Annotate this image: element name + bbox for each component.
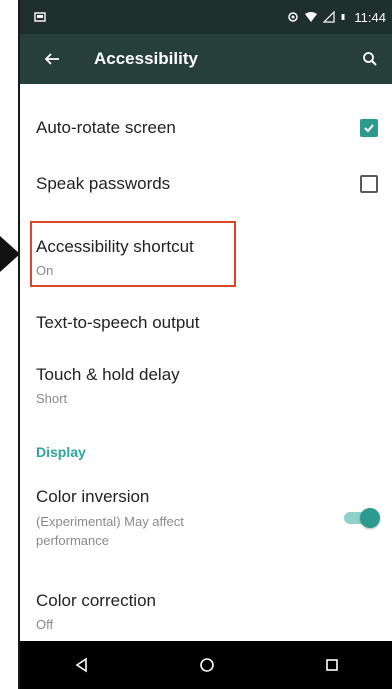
display-section-header: Display bbox=[36, 444, 86, 460]
status-bar: 11:44 bbox=[20, 0, 392, 34]
navigation-bar bbox=[20, 641, 392, 689]
battery-icon bbox=[342, 14, 345, 20]
touch-hold-row[interactable]: Touch & hold delay Short bbox=[20, 350, 392, 420]
phone-screen: 11:44 Accessibility Auto-rotate screen S… bbox=[18, 0, 392, 689]
text-to-speech-row[interactable]: Text-to-speech output bbox=[20, 290, 392, 356]
back-button[interactable] bbox=[36, 43, 68, 75]
touch-hold-label: Touch & hold delay bbox=[36, 364, 180, 384]
wifi-icon bbox=[305, 12, 318, 22]
nav-home-button[interactable] bbox=[187, 645, 227, 685]
switch-thumb bbox=[360, 508, 380, 528]
accessibility-shortcut-row[interactable]: Accessibility shortcut On bbox=[20, 224, 392, 290]
square-recents-icon bbox=[325, 659, 338, 671]
search-button[interactable] bbox=[354, 43, 386, 75]
pointer-arrow-icon bbox=[0, 236, 20, 272]
color-correction-value: Off bbox=[36, 616, 54, 632]
app-toolbar: Accessibility bbox=[20, 34, 392, 84]
color-inversion-switch[interactable] bbox=[344, 508, 380, 528]
nav-recents-button[interactable] bbox=[312, 645, 352, 685]
accessibility-shortcut-label: Accessibility shortcut bbox=[36, 236, 194, 256]
auto-rotate-label: Auto-rotate screen bbox=[36, 118, 176, 137]
color-inversion-label: Color inversion bbox=[36, 486, 150, 506]
touch-hold-value: Short bbox=[36, 390, 68, 406]
signal-icon bbox=[323, 11, 336, 23]
speak-passwords-checkbox[interactable] bbox=[360, 175, 378, 193]
status-time: 11:44 bbox=[354, 9, 386, 25]
auto-rotate-row[interactable]: Auto-rotate screen bbox=[20, 100, 392, 156]
checkmark-icon bbox=[364, 124, 374, 133]
page-title: Accessibility bbox=[94, 49, 198, 68]
color-inversion-desc: (Experimental) May affect performance bbox=[36, 513, 184, 548]
accessibility-shortcut-value: On bbox=[36, 262, 54, 278]
nav-back-button[interactable] bbox=[62, 645, 102, 685]
triangle-back-icon bbox=[75, 657, 88, 673]
color-correction-label: Color correction bbox=[36, 590, 156, 610]
speak-passwords-label: Speak passwords bbox=[36, 174, 171, 193]
circle-home-icon bbox=[200, 658, 214, 672]
sync-icon bbox=[288, 12, 299, 22]
color-correction-row[interactable]: Color correction Off bbox=[20, 576, 392, 646]
speak-passwords-row[interactable]: Speak passwords bbox=[20, 156, 392, 212]
text-to-speech-label: Text-to-speech output bbox=[36, 313, 200, 332]
notification-icon bbox=[34, 12, 46, 22]
back-arrow-icon bbox=[44, 53, 59, 65]
auto-rotate-checkbox[interactable] bbox=[360, 119, 378, 137]
color-inversion-row[interactable]: Color inversion (Experimental) May affec… bbox=[20, 478, 392, 558]
search-icon bbox=[363, 52, 377, 66]
